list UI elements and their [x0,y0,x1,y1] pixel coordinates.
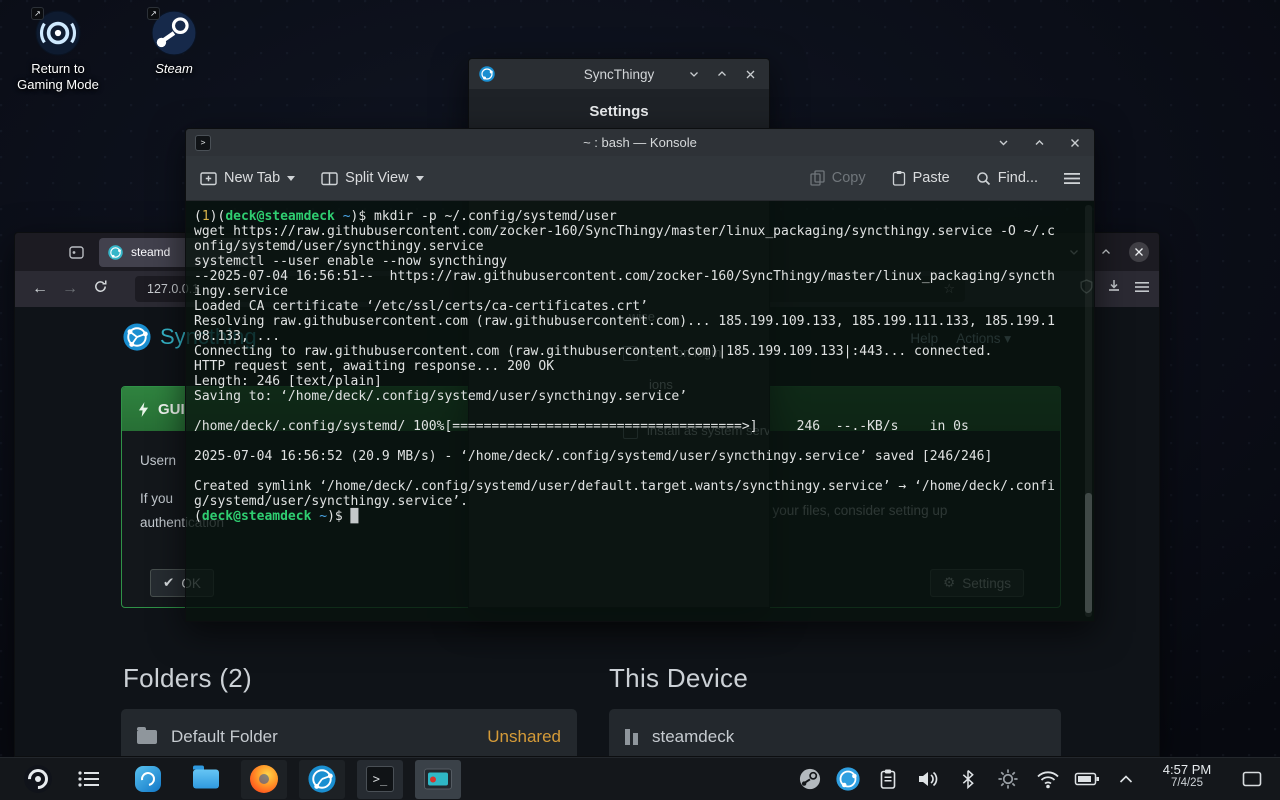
clipboard-icon[interactable] [880,769,897,790]
discover-icon[interactable] [135,766,161,792]
folder-row[interactable]: Default Folder Unshared [121,709,577,756]
desktop-icon-label: Steam [155,61,193,76]
konsole-app-icon: > [195,134,211,151]
browser-menu-icon[interactable] [1135,280,1149,298]
konsole-window-title: ~ : bash — Konsole [583,135,697,150]
device-heading: This Device [609,663,749,693]
copy-icon [810,170,825,186]
konsole-icon[interactable]: >_ [366,766,394,792]
dolphin-file-manager-icon[interactable] [193,765,219,789]
browser-tab-label: steamd [131,245,171,259]
new-tab-button[interactable]: New Tab [200,170,296,186]
terminal-output[interactable]: (1)(deck@steamdeck ~)$ mkdir -p ~/.confi… [186,201,1094,621]
copy-button[interactable]: Copy [810,170,866,186]
downloads-icon[interactable] [1107,279,1121,299]
konsole-toolbar: New Tab Split View Copy Paste Find... [186,156,1094,201]
terminal-scrollbar[interactable] [1085,205,1092,617]
browser-maximize-button[interactable] [1097,243,1115,261]
taskbar: >_ 4:57 PM 7/4/25 [0,757,1280,800]
device-name: steamdeck [652,727,735,746]
syncthingy-window-title: SyncThingy [583,66,655,82]
desktop-background: ↗ Return to Gaming Mode ↗ Steam steamd ←… [0,0,1280,800]
shortcut-badge-icon: ↗ [147,7,160,20]
bluetooth-icon[interactable] [961,769,976,790]
volume-icon[interactable] [917,769,939,789]
search-icon [976,171,990,185]
split-view-button[interactable]: Split View [321,170,424,186]
gui-text-line2: If you [140,491,174,506]
chevron-down-icon [415,175,424,181]
desktop-icon-return-to-gaming-mode[interactable]: ↗ Return to Gaming Mode [2,7,114,94]
paste-button[interactable]: Paste [892,170,950,186]
steam-tray-icon[interactable] [799,768,821,790]
folders-heading: Folders (2) [123,663,252,693]
check-icon: ✔ [163,575,175,590]
syncthing-favicon [108,244,123,260]
folder-name: Default Folder [171,727,278,746]
find-button[interactable]: Find... [976,170,1038,186]
folder-status-badge: Unshared [487,727,561,746]
chevron-down-icon [287,175,296,181]
task-list-icon[interactable] [77,769,101,789]
clock-time: 4:57 PM [1162,762,1212,777]
application-launcher-icon[interactable] [24,765,52,793]
konsole-window: > ~ : bash — Konsole New Tab Split View [185,128,1095,622]
back-button[interactable]: ← [25,280,55,298]
syncthingy-titlebar: SyncThingy [469,59,769,89]
desktop-icon-label: Return to Gaming Mode [17,61,99,93]
browser-close-button[interactable] [1129,242,1149,262]
syncthing-logo [123,323,151,351]
new-tab-icon [200,171,217,185]
forward-button[interactable]: → [55,280,85,298]
syncthingy-icon[interactable] [308,765,336,793]
show-desktop-button[interactable] [1242,771,1262,787]
split-view-icon [321,171,338,185]
spectacle-icon[interactable] [424,768,452,790]
konsole-titlebar: > ~ : bash — Konsole [186,129,1094,156]
lightning-icon [138,401,149,417]
syncthingy-settings-header: Settings [589,103,649,120]
device-icon [625,729,638,745]
wifi-icon[interactable] [1036,770,1060,789]
firefox-view-icon[interactable] [67,243,85,261]
reload-button[interactable] [85,279,115,299]
gui-panel-title: GUI [158,400,185,418]
syncthing-tray-icon[interactable] [836,767,860,791]
hamburger-menu-icon[interactable] [1064,172,1080,185]
battery-icon[interactable] [1074,772,1100,786]
desktop-icon-steam[interactable]: ↗ Steam [118,7,230,77]
settings-gear-icon[interactable] [998,769,1019,790]
gui-text-line1: Usern [140,453,177,468]
clock-date: 7/4/25 [1171,777,1203,789]
paste-icon [892,171,905,186]
shortcut-badge-icon: ↗ [31,7,44,20]
folder-icon [137,727,157,744]
taskbar-clock[interactable]: 4:57 PM 7/4/25 [1152,762,1222,789]
device-row[interactable]: steamdeck [609,709,1061,756]
firefox-icon[interactable] [250,765,278,793]
tray-expander-icon[interactable] [1119,775,1133,784]
